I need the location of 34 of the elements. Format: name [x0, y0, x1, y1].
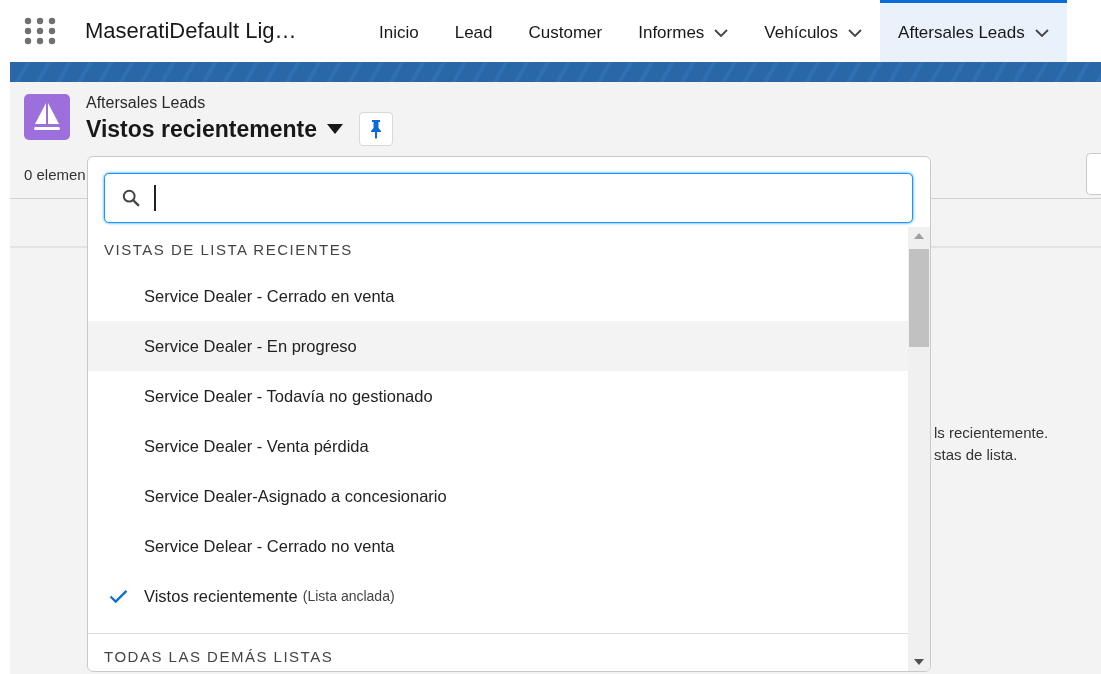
list-view-option[interactable]: Service Dealer - En progreso — [88, 321, 908, 371]
nav-tab[interactable]: Customer — [510, 0, 621, 62]
list-view-option[interactable]: Vistos recientemente (Lista anclada) — [88, 571, 908, 621]
nav-tab[interactable]: Aftersales Leads — [880, 0, 1067, 62]
nav-tab[interactable]: Vehículos — [746, 0, 881, 62]
section-heading: TODAS LAS DEMÁS LISTAS — [103, 646, 335, 667]
list-view-option[interactable]: Service Delear - Cerrado no venta — [88, 521, 908, 571]
list-view-selector[interactable]: Vistos recientemente — [86, 115, 343, 143]
empty-state-text: ls recientemente. — [934, 424, 1050, 441]
search-field[interactable] — [104, 173, 913, 223]
nav-tab[interactable]: Lead — [436, 0, 511, 62]
caret-icon — [326, 124, 343, 134]
object-name: Aftersales Leads — [86, 94, 207, 112]
search-icon — [122, 189, 140, 207]
scroll-up-icon[interactable] — [914, 233, 924, 239]
list-view-option[interactable]: Service Dealer - Cerrado en venta — [88, 271, 908, 321]
pin-button[interactable] — [358, 112, 393, 146]
scroll-down-icon[interactable] — [914, 659, 924, 665]
app-name: MaseratiDefault Lig… — [85, 18, 298, 44]
nav-tab[interactable]: Inicio — [361, 0, 437, 62]
list-view-option[interactable]: Service Dealer - Todavía no gestionado — [88, 371, 908, 421]
empty-state-text: stas de lista. — [934, 446, 1019, 463]
list-view-option[interactable]: Service Dealer - Venta pérdida — [88, 421, 908, 471]
toolbar-button[interactable] — [1086, 153, 1101, 195]
list-view-option[interactable]: Service Dealer-Asignado a concesionario — [88, 471, 908, 521]
item-count: 0 elemen — [24, 165, 86, 183]
scrollbar-thumb[interactable] — [909, 249, 929, 347]
nav-tab[interactable]: Informes — [620, 0, 747, 62]
section-heading: VISTAS DE LISTA RECIENTES — [103, 239, 354, 260]
text-cursor — [154, 185, 156, 211]
pin-icon — [369, 119, 382, 139]
app-launcher-icon[interactable] — [24, 17, 56, 45]
sailboat-icon — [24, 94, 70, 140]
scrollbar[interactable] — [908, 227, 930, 671]
